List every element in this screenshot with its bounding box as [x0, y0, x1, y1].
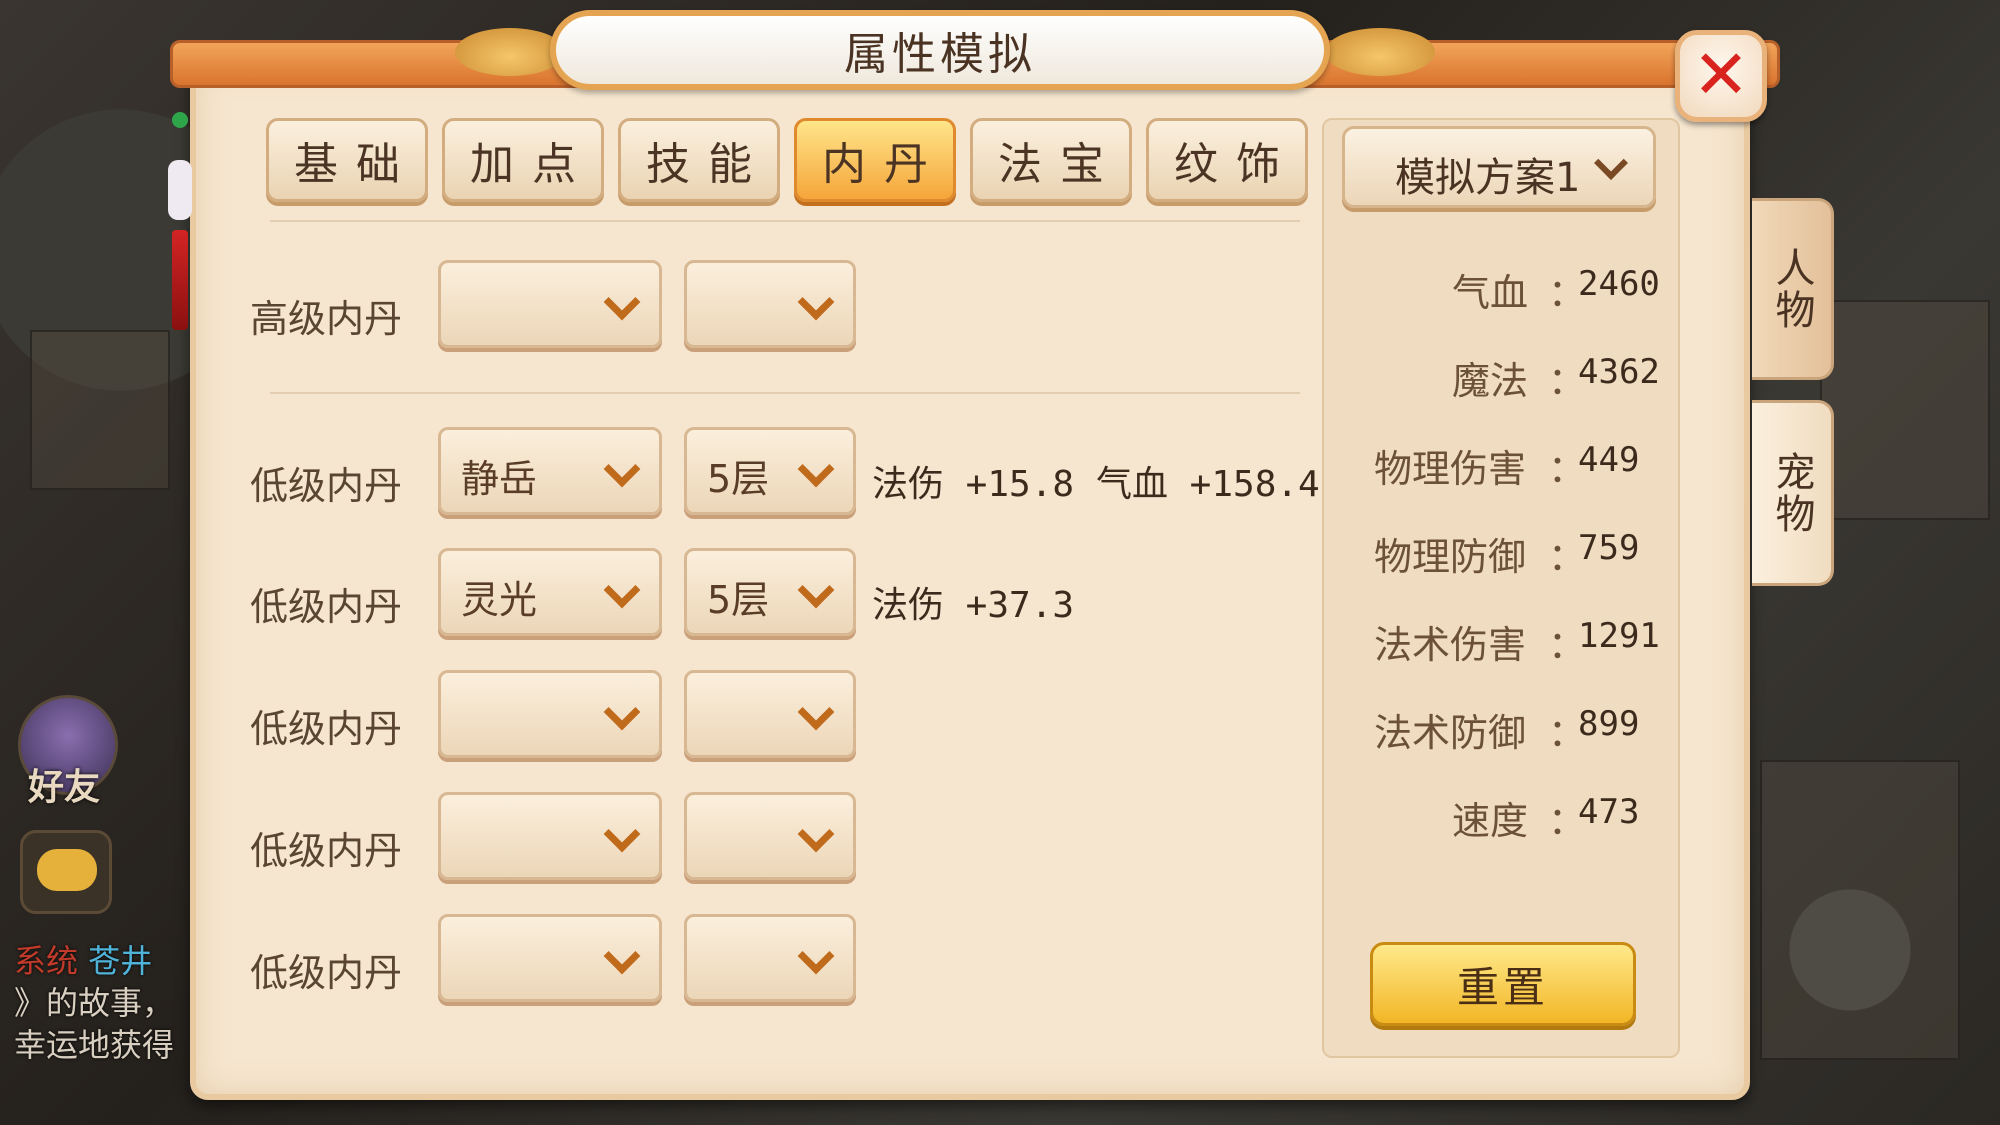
row-label: 低级内丹 [250, 464, 403, 508]
neidan-select[interactable]: 灵光 [438, 548, 662, 636]
chevron-down-icon [797, 815, 835, 853]
stat-value: 4362 [1578, 352, 1660, 392]
chevron-down-icon [603, 450, 641, 488]
left-cloud-ornament [455, 28, 565, 76]
neidan-select[interactable] [438, 792, 662, 880]
row-label: 高级内丹 [250, 297, 403, 341]
stat-value: 2460 [1578, 264, 1660, 304]
chat-bubble-icon [37, 849, 97, 891]
chevron-down-icon [797, 283, 835, 321]
reset-button[interactable]: 重置 [1370, 942, 1636, 1026]
level-select[interactable]: 5层 [684, 427, 856, 515]
close-button[interactable]: ✕ [1675, 30, 1767, 122]
tab-neidan[interactable]: 内丹 [794, 118, 956, 202]
select-value: 5层 [707, 457, 770, 501]
stat-label: 物理伤害 [1374, 447, 1527, 491]
divider [270, 392, 1300, 394]
chat-line: 幸运地获得 [14, 1026, 175, 1064]
stat-label: 气血 [1452, 271, 1529, 315]
stat-label: 法术伤害 [1374, 623, 1527, 667]
neidan-select[interactable]: 静岳 [438, 427, 662, 515]
close-icon: ✕ [1692, 36, 1750, 115]
chevron-down-icon [797, 693, 835, 731]
stats-panel [1322, 118, 1680, 1058]
level-select[interactable] [684, 792, 856, 880]
right-cloud-ornament [1325, 28, 1435, 76]
chat-player-name: 苍井 [88, 942, 153, 980]
stat-value: 759 [1578, 528, 1640, 568]
select-value: 5层 [707, 578, 770, 622]
divider [270, 220, 1300, 222]
stat-value: 1291 [1578, 616, 1660, 656]
row-label: 低级内丹 [250, 585, 403, 629]
row-label: 低级内丹 [250, 829, 403, 873]
chevron-down-icon [603, 693, 641, 731]
friend-label: 好友 [28, 767, 101, 808]
effect-text: 气血 +158.4 [1096, 464, 1320, 505]
stat-value: 899 [1578, 704, 1640, 744]
effect-text: 法伤 +15.8 [872, 464, 1075, 505]
chat-system-tag: 系统 [14, 942, 79, 980]
neidan-select[interactable] [438, 670, 662, 758]
tab-wenshi[interactable]: 纹饰 [1146, 118, 1308, 202]
stat-label: 物理防御 [1374, 535, 1527, 579]
stat-value: 449 [1578, 440, 1640, 480]
level-select[interactable]: 5层 [684, 548, 856, 636]
stat-label: 速度 [1452, 799, 1529, 843]
neidan-select[interactable] [438, 914, 662, 1002]
chevron-down-icon [603, 937, 641, 975]
effect-text: 法伤 +37.3 [872, 585, 1075, 626]
row-label: 低级内丹 [250, 951, 403, 995]
stat-label: 魔法 [1452, 359, 1529, 403]
select-value: 灵光 [461, 578, 538, 622]
level-select[interactable] [684, 260, 856, 348]
tab-points[interactable]: 加点 [442, 118, 604, 202]
tab-basic[interactable]: 基础 [266, 118, 428, 202]
title-plaque: 属性模拟 [550, 10, 1330, 90]
side-tab-character[interactable]: 人物 [1752, 198, 1834, 380]
chat-button[interactable] [20, 830, 112, 914]
chevron-down-icon [797, 571, 835, 609]
neidan-select[interactable] [438, 260, 662, 348]
ribbon-ornament [168, 60, 192, 330]
plan-select-value: 模拟方案1 [1395, 155, 1581, 201]
tab-skills[interactable]: 技能 [618, 118, 780, 202]
chevron-down-icon [603, 571, 641, 609]
chevron-down-icon [603, 815, 641, 853]
level-select[interactable] [684, 914, 856, 1002]
stat-label: 法术防御 [1374, 711, 1527, 755]
chat-log: 系统 苍井 》的故事， 幸运地获得 [14, 940, 214, 1066]
chat-line: 》的故事， [14, 984, 175, 1022]
window-title: 属性模拟 [844, 29, 1036, 80]
chevron-down-icon [603, 283, 641, 321]
plan-select[interactable]: 模拟方案1 [1342, 126, 1656, 208]
chevron-down-icon [797, 937, 835, 975]
level-select[interactable] [684, 670, 856, 758]
chevron-down-icon [1594, 146, 1628, 180]
row-label: 低级内丹 [250, 707, 403, 751]
tab-fabao[interactable]: 法宝 [970, 118, 1132, 202]
side-tab-pet[interactable]: 宠物 [1752, 400, 1834, 586]
chevron-down-icon [797, 450, 835, 488]
select-value: 静岳 [461, 457, 538, 501]
stat-value: 473 [1578, 792, 1640, 832]
